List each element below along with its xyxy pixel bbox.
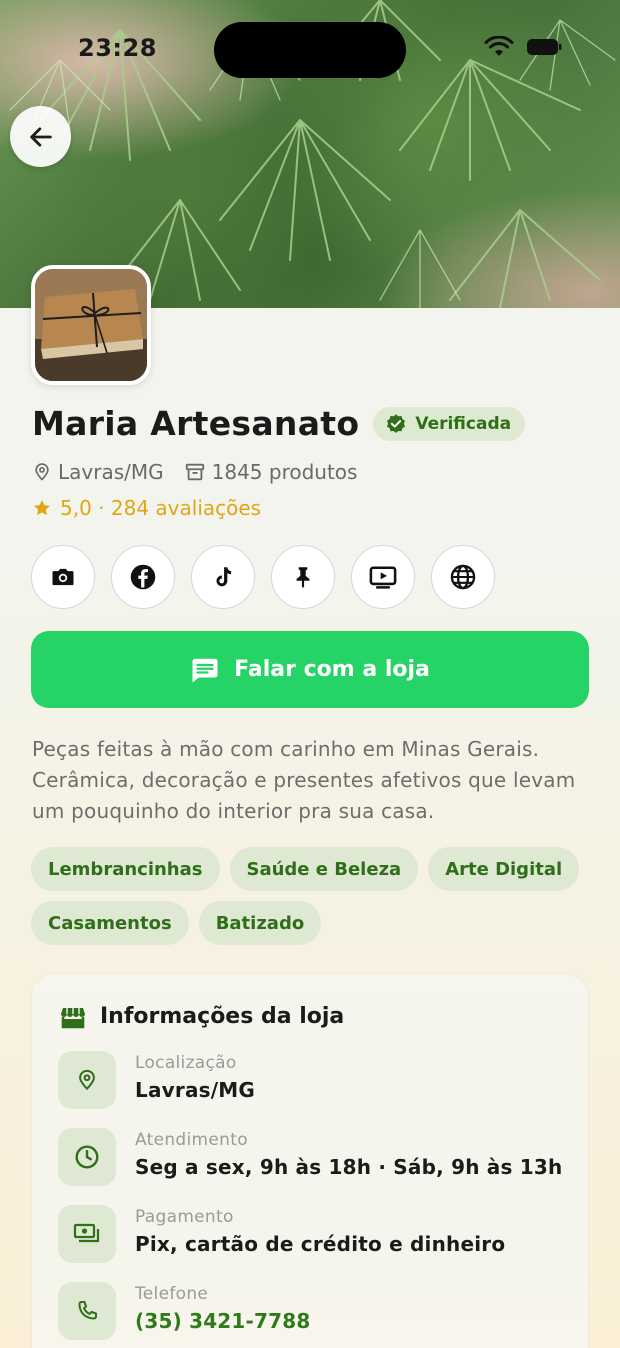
tag-chip[interactable]: Lembrancinhas	[31, 847, 220, 891]
location-text: Lavras/MG	[58, 460, 164, 484]
tag-chip[interactable]: Batizado	[198, 901, 322, 945]
info-title-text: Informações da loja	[100, 1004, 345, 1029]
verified-check-icon	[387, 413, 406, 433]
location-pin-icon	[35, 463, 49, 481]
archive-box-icon	[185, 463, 204, 481]
tiktok-button[interactable]	[191, 545, 255, 609]
arrow-left-icon	[29, 126, 52, 147]
info-value: Pix, cartão de crédito e dinheiro	[135, 1232, 506, 1256]
facebook-icon	[130, 564, 156, 590]
cta-label: Falar com a loja	[234, 657, 430, 682]
info-icon-box	[58, 1051, 116, 1109]
info-label: Telefone	[135, 1284, 209, 1304]
facebook-button[interactable]	[111, 545, 175, 609]
chat-message-icon	[192, 658, 218, 682]
youtube-button[interactable]	[351, 545, 415, 609]
info-row-location: Localização Lavras/MG	[58, 1051, 255, 1109]
globe-icon	[450, 564, 476, 590]
info-row-phone[interactable]: Telefone (35) 3421-7788	[58, 1282, 311, 1340]
info-card-title: Informações da loja	[60, 1004, 344, 1029]
storefront-icon	[61, 1007, 85, 1028]
location-meta: Lavras/MG	[32, 460, 164, 484]
phone-link[interactable]: (35) 3421-7788	[135, 1309, 311, 1333]
status-time: 23:28	[78, 34, 157, 62]
store-info-card: Informações da loja Localização Lavras/M…	[31, 973, 589, 1348]
info-label: Pagamento	[135, 1207, 234, 1227]
products-meta: 1845 produtos	[184, 460, 358, 484]
tag-chip[interactable]: Saúde e Beleza	[229, 847, 419, 891]
info-icon-box	[58, 1282, 116, 1340]
verified-badge: Verificada	[373, 406, 526, 441]
battery-icon	[527, 39, 562, 55]
phone-icon	[78, 1301, 97, 1320]
products-count: 1845 produtos	[211, 460, 358, 484]
store-description: Peças feitas à mão com carinho em Minas …	[32, 737, 576, 823]
category-tags: Lembrancinhas Saúde e Beleza Arte Digita…	[31, 847, 591, 945]
website-button[interactable]	[431, 545, 495, 609]
pin-icon	[296, 567, 310, 588]
gift-package-graphic	[35, 269, 147, 381]
location-pin-icon	[79, 1069, 95, 1091]
store-meta-row: Lavras/MG 1845 produtos	[32, 460, 357, 484]
social-links	[31, 545, 495, 609]
video-play-icon	[369, 566, 397, 589]
status-icons	[484, 36, 562, 58]
info-label: Atendimento	[135, 1130, 248, 1150]
store-name: Maria Artesanato	[32, 404, 360, 443]
info-label: Localização	[135, 1053, 237, 1073]
chat-with-store-button[interactable]: Falar com a loja	[31, 631, 589, 708]
info-icon-box	[58, 1205, 116, 1263]
rating-text: 5,0 · 284 avaliações	[60, 496, 262, 520]
tag-chip[interactable]: Arte Digital	[428, 847, 580, 891]
info-value: Seg a sex, 9h às 18h · Sáb, 9h às 13h	[135, 1155, 563, 1179]
instagram-button[interactable]	[31, 545, 95, 609]
info-row-hours: Atendimento Seg a sex, 9h às 18h · Sáb, …	[58, 1128, 562, 1186]
rating-row[interactable]: 5,0 · 284 avaliações	[32, 496, 261, 520]
payments-icon	[73, 1223, 100, 1243]
tag-chip[interactable]: Casamentos	[31, 901, 189, 945]
camera-icon	[52, 568, 74, 586]
star-icon	[34, 500, 50, 516]
music-note-icon	[216, 567, 232, 587]
info-value: Lavras/MG	[135, 1078, 255, 1102]
back-button[interactable]	[10, 106, 71, 167]
store-title-row: Maria Artesanato Verificada	[32, 404, 526, 443]
store-avatar	[31, 265, 151, 385]
info-icon-box	[58, 1128, 116, 1186]
wifi-icon	[484, 36, 514, 56]
pinterest-button[interactable]	[271, 545, 335, 609]
info-row-payment: Pagamento Pix, cartão de crédito e dinhe…	[58, 1205, 505, 1263]
verified-label: Verificada	[415, 413, 512, 434]
dynamic-island	[214, 22, 406, 78]
clock-icon	[75, 1145, 99, 1169]
